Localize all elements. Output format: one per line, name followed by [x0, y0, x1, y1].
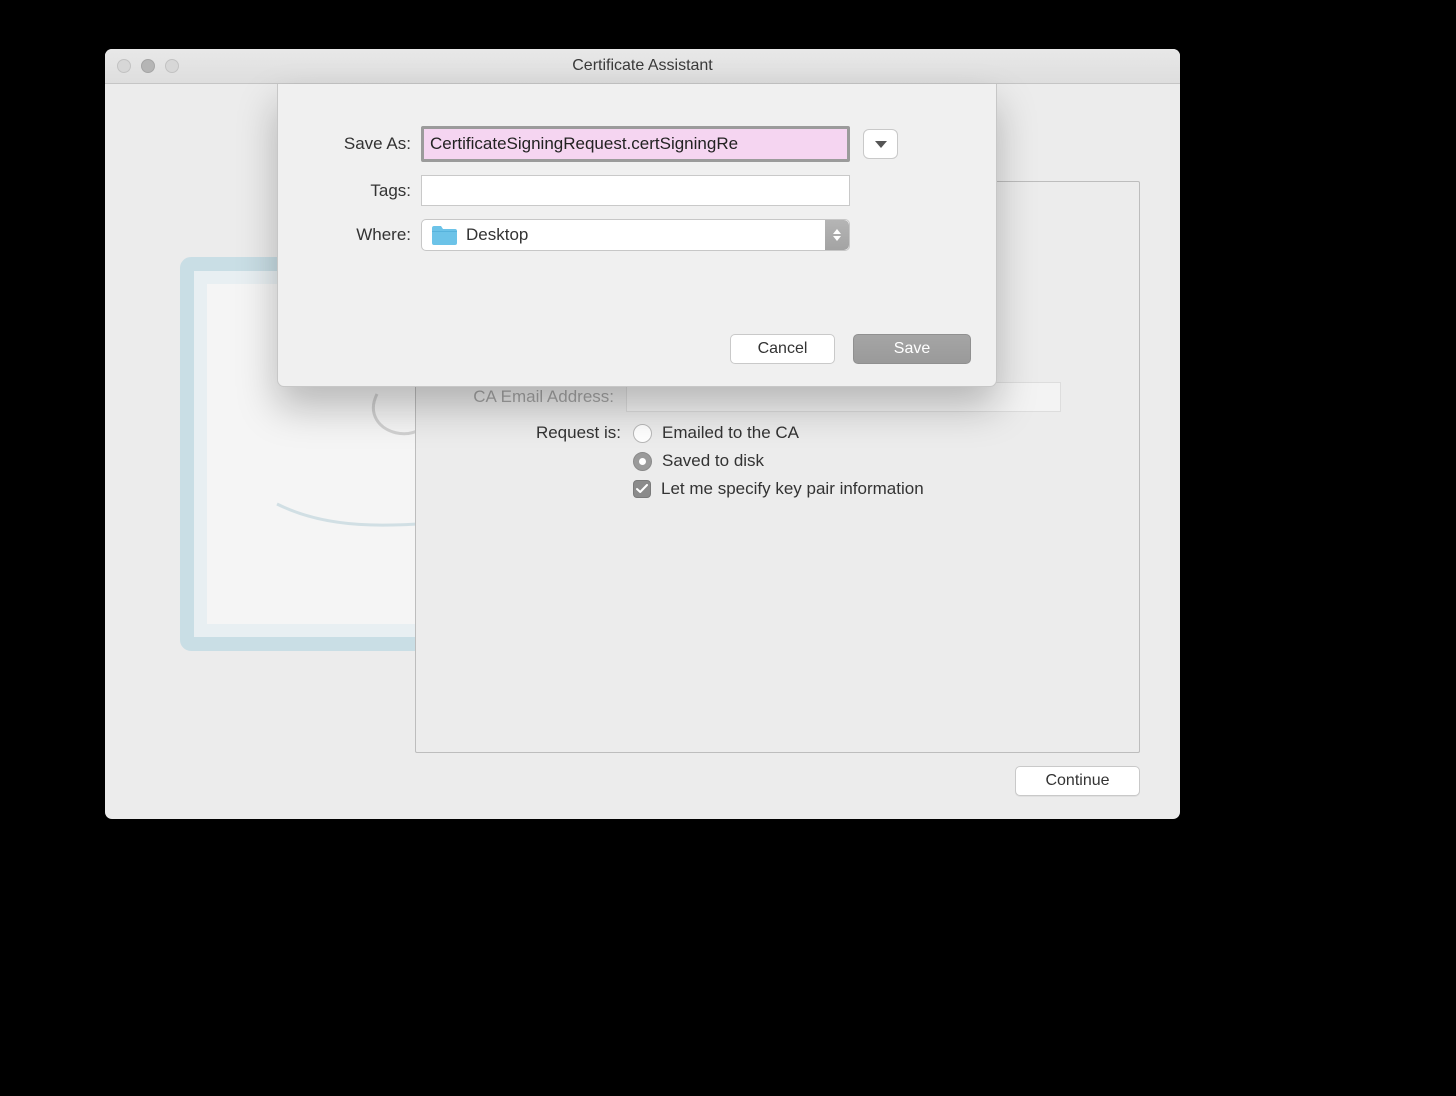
- where-select[interactable]: Desktop: [421, 219, 850, 251]
- chevron-up-icon: [833, 229, 841, 234]
- continue-label: Continue: [1045, 772, 1109, 790]
- certificate-assistant-window: Certificate Assistant g. Click: [105, 49, 1180, 819]
- minimize-button[interactable]: [141, 59, 155, 73]
- radio-emailed-label: Emailed to the CA: [662, 423, 799, 443]
- radio-saved-label: Saved to disk: [662, 451, 764, 471]
- save-button[interactable]: Save: [853, 334, 971, 364]
- checkbox-specify[interactable]: Let me specify key pair information: [633, 479, 924, 499]
- expand-save-dialog-button[interactable]: [863, 129, 898, 159]
- where-label: Where:: [278, 225, 421, 245]
- titlebar: Certificate Assistant: [105, 49, 1180, 84]
- where-value: Desktop: [466, 225, 528, 245]
- window-body: g. Click CA Email Address: Request is: E…: [105, 84, 1180, 819]
- continue-button[interactable]: Continue: [1015, 766, 1140, 796]
- close-button[interactable]: [117, 59, 131, 73]
- window-title: Certificate Assistant: [572, 57, 713, 75]
- checkbox-specify-label: Let me specify key pair information: [661, 479, 924, 499]
- tags-input[interactable]: [421, 175, 850, 206]
- radio-icon: [633, 424, 652, 443]
- traffic-lights: [117, 59, 179, 73]
- request-options: Emailed to the CA Saved to disk Let me s…: [633, 423, 924, 499]
- cancel-button[interactable]: Cancel: [730, 334, 835, 364]
- radio-saved[interactable]: Saved to disk: [633, 451, 924, 471]
- save-as-row: Save As: CertificateSigningRequest.certS…: [278, 126, 996, 162]
- chevron-down-icon: [833, 236, 841, 241]
- where-row: Where: Desktop: [278, 219, 996, 251]
- chevron-down-icon: [875, 141, 887, 148]
- request-section: Request is: Emailed to the CA Saved to d…: [520, 423, 924, 499]
- radio-emailed[interactable]: Emailed to the CA: [633, 423, 924, 443]
- save-as-label: Save As:: [278, 134, 421, 154]
- checkbox-icon: [633, 480, 651, 498]
- where-stepper[interactable]: [825, 220, 849, 250]
- sheet-buttons: Cancel Save: [730, 334, 971, 364]
- save-label: Save: [894, 340, 930, 358]
- save-as-value: CertificateSigningRequest.certSigningRe: [430, 134, 738, 154]
- zoom-button[interactable]: [165, 59, 179, 73]
- folder-icon: [430, 224, 458, 246]
- radio-icon: [633, 452, 652, 471]
- save-sheet: Save As: CertificateSigningRequest.certS…: [277, 84, 997, 387]
- save-as-input[interactable]: CertificateSigningRequest.certSigningRe: [421, 126, 850, 162]
- cancel-label: Cancel: [758, 340, 808, 358]
- tags-row: Tags:: [278, 175, 996, 206]
- tags-label: Tags:: [278, 181, 421, 201]
- request-label: Request is:: [520, 423, 633, 443]
- ca-email-label: CA Email Address:: [456, 387, 626, 407]
